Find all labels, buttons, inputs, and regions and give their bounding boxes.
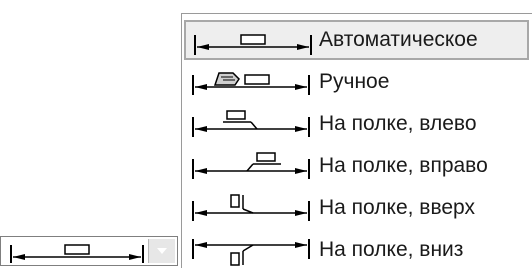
dimension-shelf-down-icon [192,239,310,266]
dimension-manual-icon [192,72,310,95]
dimension-auto-icon [194,34,312,55]
dimension-shelf-left-icon [192,110,310,137]
dimension-auto-icon [10,244,144,263]
chevron-down-icon [157,248,167,254]
menu-item-label: Автоматическое [319,28,478,51]
menu-item-shelf-down[interactable]: На полке, вниз [184,230,529,268]
dropdown-button[interactable] [148,239,175,263]
menu-item-shelf-left[interactable]: На полке, влево [184,104,529,144]
menu-item-label: На полке, влево [319,112,477,135]
dimension-shelf-right-icon [192,152,310,179]
menu-item-automatic[interactable]: Автоматическое [184,20,529,60]
menu-item-shelf-up[interactable]: На полке, вверх [184,188,529,228]
dimension-text-placement-combobox[interactable] [0,236,178,266]
menu-item-label: Ручное [319,70,390,93]
menu-item-shelf-right[interactable]: На полке, вправо [184,146,529,186]
menu-item-label: На полке, вниз [319,238,464,261]
menu-item-label: На полке, вверх [319,196,475,219]
dimension-placement-dropdown: Автоматическое Ручное На полке, влево На… [181,13,532,268]
menu-item-label: На полке, вправо [319,154,488,177]
menu-item-manual[interactable]: Ручное [184,62,529,102]
dimension-shelf-up-icon [192,194,310,221]
